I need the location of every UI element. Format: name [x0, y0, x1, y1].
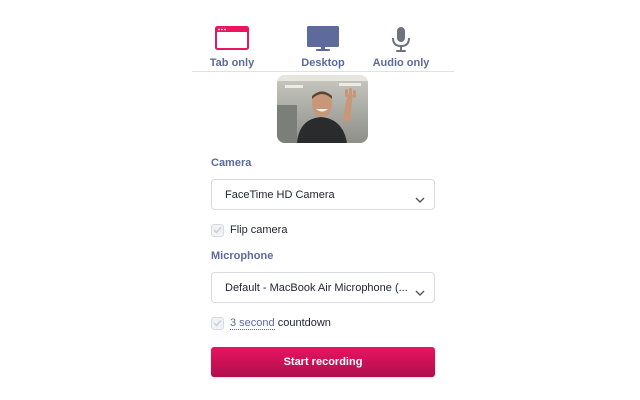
microphone-label: Microphone: [211, 250, 274, 262]
camera-select-value: FaceTime HD Camera: [225, 189, 335, 201]
tab-only-tab[interactable]: Tab only: [192, 22, 272, 71]
countdown-suffix: countdown: [274, 317, 331, 329]
desktop-label: Desktop: [301, 57, 345, 69]
camera-select[interactable]: FaceTime HD Camera: [211, 179, 435, 210]
microphone-select-value: Default - MacBook Air Microphone (...: [225, 282, 408, 294]
source-tabs: Tab only Desktop Audio only: [192, 22, 454, 72]
chevron-down-icon: [415, 191, 425, 209]
countdown-duration-link[interactable]: 3 second: [230, 317, 275, 330]
camera-preview: [277, 75, 368, 143]
microphone-icon: [361, 22, 441, 54]
tab-only-label: Tab only: [209, 57, 255, 69]
browser-tab-icon: [192, 22, 272, 54]
start-recording-button[interactable]: Start recording: [211, 347, 435, 377]
desktop-tab[interactable]: Desktop: [283, 22, 363, 71]
chevron-down-icon: [415, 284, 425, 302]
flip-camera-label: Flip camera: [230, 224, 288, 236]
countdown-checkbox[interactable]: [211, 316, 224, 330]
desktop-monitor-icon: [283, 22, 363, 54]
microphone-select[interactable]: Default - MacBook Air Microphone (...: [211, 272, 435, 303]
flip-camera-checkbox[interactable]: [211, 223, 224, 237]
audio-only-label: Audio only: [372, 57, 430, 69]
audio-only-tab[interactable]: Audio only: [361, 22, 441, 71]
camera-label: Camera: [211, 157, 252, 169]
flip-camera-row: Flip camera: [211, 223, 287, 237]
countdown-row: 3 second countdown: [211, 316, 331, 330]
